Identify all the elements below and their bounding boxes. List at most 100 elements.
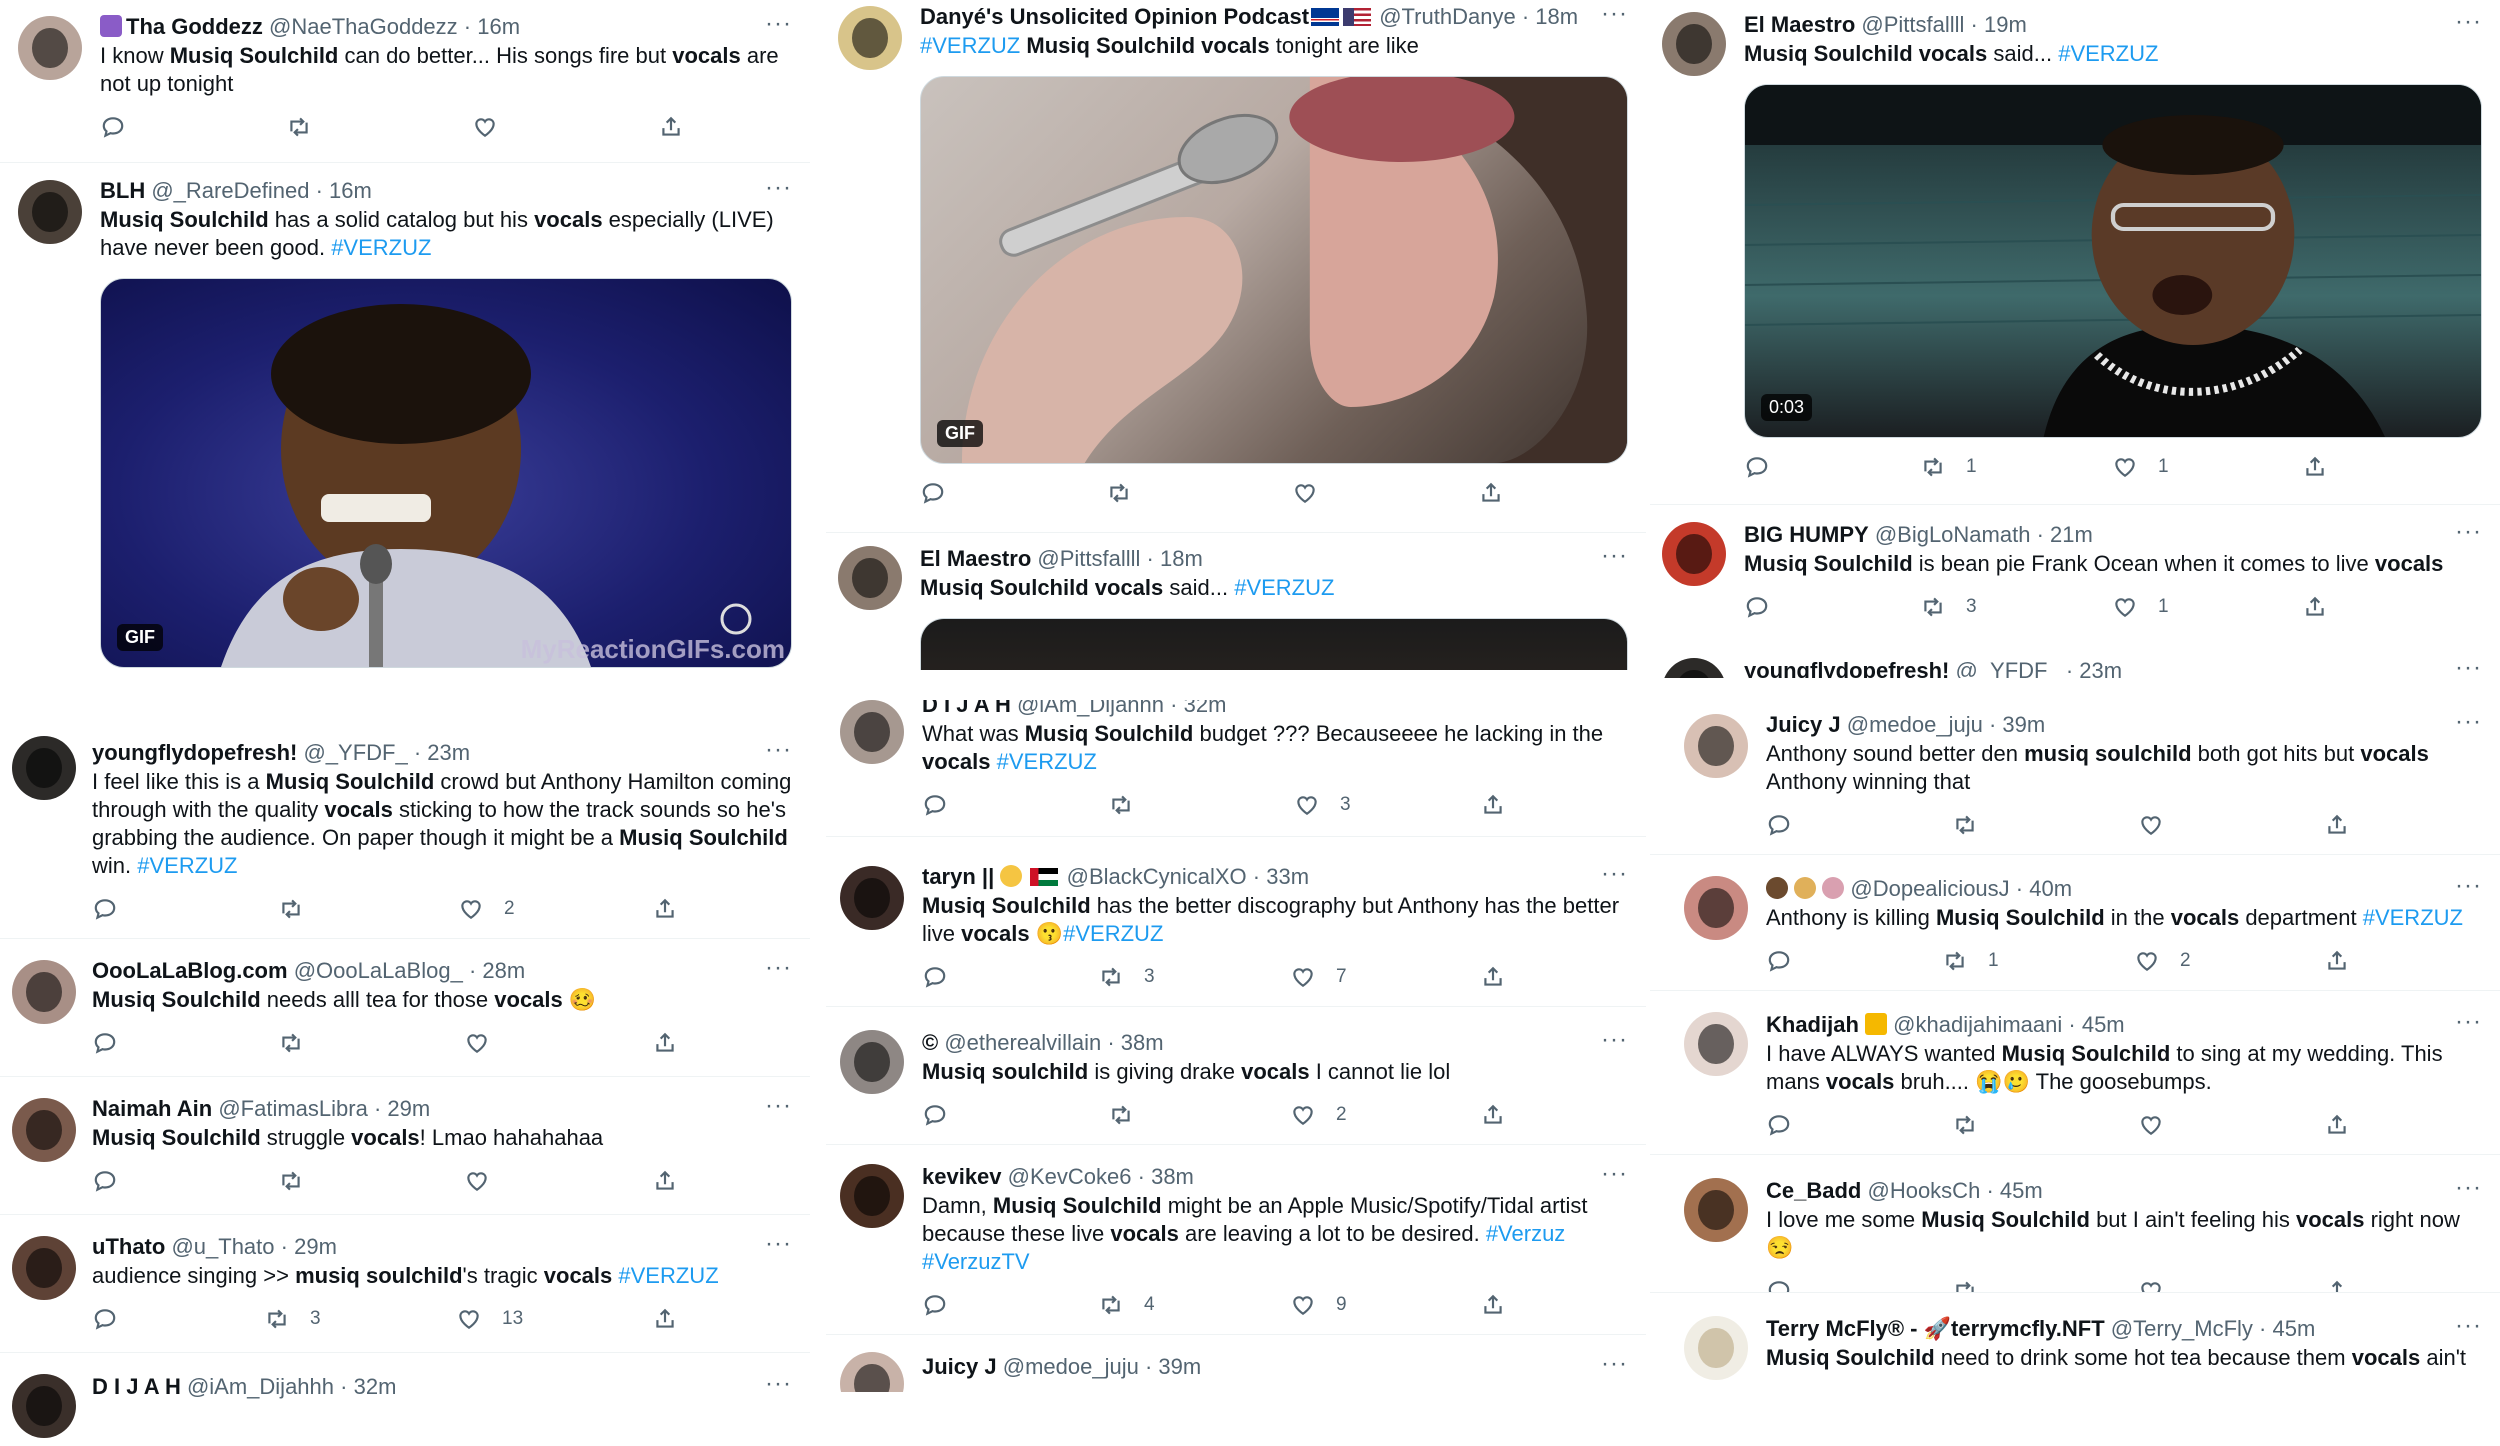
reply-button[interactable]	[922, 792, 948, 818]
retweet-button[interactable]: 3	[1098, 964, 1155, 990]
like-button[interactable]	[2138, 1278, 2164, 1293]
tweet-naimah-ain[interactable]: Naimah Ain @FatimasLibra · 29m ··· Musiq …	[0, 1078, 810, 1215]
avatar[interactable]	[12, 960, 76, 1024]
author-name[interactable]: BLH	[100, 178, 145, 203]
reply-button[interactable]	[1766, 1278, 1792, 1293]
share-button[interactable]	[1480, 1292, 1506, 1318]
more-options-icon[interactable]: ···	[2455, 10, 2482, 34]
reply-button[interactable]	[922, 1102, 948, 1128]
avatar[interactable]	[12, 1236, 76, 1300]
author-name[interactable]: Terry McFly® - 🚀terrymcfly.NFT	[1766, 1316, 2105, 1341]
reply-button[interactable]	[1744, 594, 1770, 620]
author-name[interactable]: Ce_Badd	[1766, 1178, 1861, 1203]
more-options-icon[interactable]: ···	[765, 1232, 792, 1256]
video-media[interactable]: 0:03	[1744, 84, 2482, 438]
video-media[interactable]	[920, 618, 1628, 670]
hashtag-link[interactable]: #VERZUZ	[2363, 905, 2463, 930]
share-button[interactable]	[2302, 454, 2328, 480]
timestamp[interactable]: 45m	[2272, 1316, 2315, 1341]
share-button[interactable]	[652, 1030, 678, 1056]
avatar[interactable]	[1662, 522, 1726, 586]
author-name[interactable]: D I J A H	[92, 1374, 181, 1399]
more-options-icon[interactable]: ···	[765, 738, 792, 762]
avatar[interactable]	[838, 6, 902, 70]
more-options-icon[interactable]: ···	[765, 176, 792, 200]
share-button[interactable]	[2302, 594, 2328, 620]
timestamp[interactable]: 32m	[1184, 700, 1227, 717]
avatar[interactable]	[18, 180, 82, 244]
author-handle[interactable]: @FatimasLibra	[218, 1096, 368, 1121]
retweet-button[interactable]	[286, 114, 312, 140]
avatar[interactable]	[1662, 12, 1726, 76]
author-handle[interactable]: @u_Thato	[171, 1234, 274, 1259]
timestamp[interactable]: 33m	[1266, 864, 1309, 889]
tweet-youngflydopefresh-2[interactable]: youngflydopefresh! @_YFDF_ · 23m ···	[1650, 652, 2500, 678]
author-handle[interactable]: @BlackCynicalXO	[1067, 864, 1247, 889]
like-button[interactable]: 2	[458, 896, 515, 922]
author-name[interactable]: kevikev	[922, 1164, 1002, 1189]
author-name[interactable]: El Maestro	[1744, 12, 1855, 37]
timestamp[interactable]: 28m	[482, 958, 525, 983]
avatar[interactable]	[840, 1164, 904, 1228]
reply-button[interactable]	[92, 1306, 118, 1332]
author-name[interactable]: OooLaLaBlog.com	[92, 958, 288, 983]
more-options-icon[interactable]: ···	[2455, 656, 2482, 678]
timestamp[interactable]: 18m	[1535, 4, 1578, 29]
author-handle[interactable]: @NaeThaGoddezz	[269, 14, 458, 39]
author-handle[interactable]: @iAm_Dijahhh	[187, 1374, 334, 1399]
author-name[interactable]: youngflydopefresh!	[92, 740, 297, 765]
avatar[interactable]	[1684, 1012, 1748, 1076]
author-name[interactable]: taryn ||	[922, 864, 994, 889]
retweet-button[interactable]	[1108, 1102, 1134, 1128]
author-handle[interactable]: @DopealiciousJ	[1850, 876, 2009, 901]
timestamp[interactable]: 19m	[1984, 12, 2027, 37]
tweet-uthato[interactable]: uThato @u_Thato · 29m ··· audience singin…	[0, 1216, 810, 1353]
avatar[interactable]	[1684, 714, 1748, 778]
avatar[interactable]	[840, 866, 904, 930]
more-options-icon[interactable]: ···	[1601, 2, 1628, 26]
author-handle[interactable]: @Pittsfallll	[1861, 12, 1964, 37]
author-name[interactable]: Juicy J	[922, 1354, 997, 1379]
avatar[interactable]	[1684, 1316, 1748, 1380]
like-button[interactable]: 9	[1290, 1292, 1347, 1318]
hashtag-link[interactable]: #VERZUZ	[137, 853, 237, 878]
retweet-button[interactable]	[1952, 812, 1978, 838]
avatar[interactable]	[840, 700, 904, 764]
retweet-button[interactable]: 1	[1920, 454, 1977, 480]
avatar[interactable]	[840, 1030, 904, 1094]
author-handle[interactable]: @khadijahimaani	[1893, 1012, 2062, 1037]
more-options-icon[interactable]: ···	[1601, 862, 1628, 886]
tweet-taryn[interactable]: taryn || @BlackCynicalXO · 33m ··· Musiq …	[826, 846, 1646, 1007]
timestamp[interactable]: 16m	[329, 178, 372, 203]
author-name[interactable]: Tha Goddezz	[126, 14, 263, 39]
timestamp[interactable]: 29m	[387, 1096, 430, 1121]
like-button[interactable]	[464, 1168, 490, 1194]
tweet-juicy-j-2[interactable]: Juicy J @medoe_juju · 39m ···	[826, 1336, 1646, 1392]
hashtag-link[interactable]: #VERZUZ	[1234, 575, 1334, 600]
reply-button[interactable]	[922, 1292, 948, 1318]
author-name[interactable]: ©	[922, 1030, 938, 1055]
tweet-kevikev[interactable]: kevikev @KevCoke6 · 38m ··· Damn, Musiq S…	[826, 1146, 1646, 1335]
reply-button[interactable]	[1744, 454, 1770, 480]
timestamp[interactable]: 32m	[354, 1374, 397, 1399]
timestamp[interactable]: 23m	[427, 740, 470, 765]
author-handle[interactable]: @HooksCh	[1867, 1178, 1980, 1203]
tweet-dopealiciousj[interactable]: @DopealiciousJ · 40m ··· Anthony is killi…	[1650, 856, 2500, 991]
timestamp[interactable]: 38m	[1121, 1030, 1164, 1055]
more-options-icon[interactable]: ···	[765, 956, 792, 980]
like-button[interactable]	[2138, 812, 2164, 838]
more-options-icon[interactable]: ···	[1601, 544, 1628, 568]
retweet-button[interactable]	[1952, 1112, 1978, 1138]
timestamp[interactable]: 21m	[2050, 522, 2093, 547]
author-handle[interactable]: @BigLoNamath	[1875, 522, 2031, 547]
share-button[interactable]	[652, 1306, 678, 1332]
like-button[interactable]: 1	[2112, 454, 2169, 480]
gif-media[interactable]: GIF	[920, 76, 1628, 464]
author-handle[interactable]: @TruthDanye	[1379, 4, 1515, 29]
author-handle[interactable]: @iAm_Dijahhh	[1017, 700, 1164, 717]
author-handle[interactable]: @_YFDF_	[303, 740, 407, 765]
more-options-icon[interactable]: ···	[1601, 1162, 1628, 1186]
avatar[interactable]	[1684, 1178, 1748, 1242]
tweet-ooolalablog[interactable]: OooLaLaBlog.com @OooLaLaBlog_ · 28m ··· M…	[0, 940, 810, 1077]
tweet-etherealvillain[interactable]: © @etherealvillain · 38m ··· Musiq soulch…	[826, 1008, 1646, 1145]
